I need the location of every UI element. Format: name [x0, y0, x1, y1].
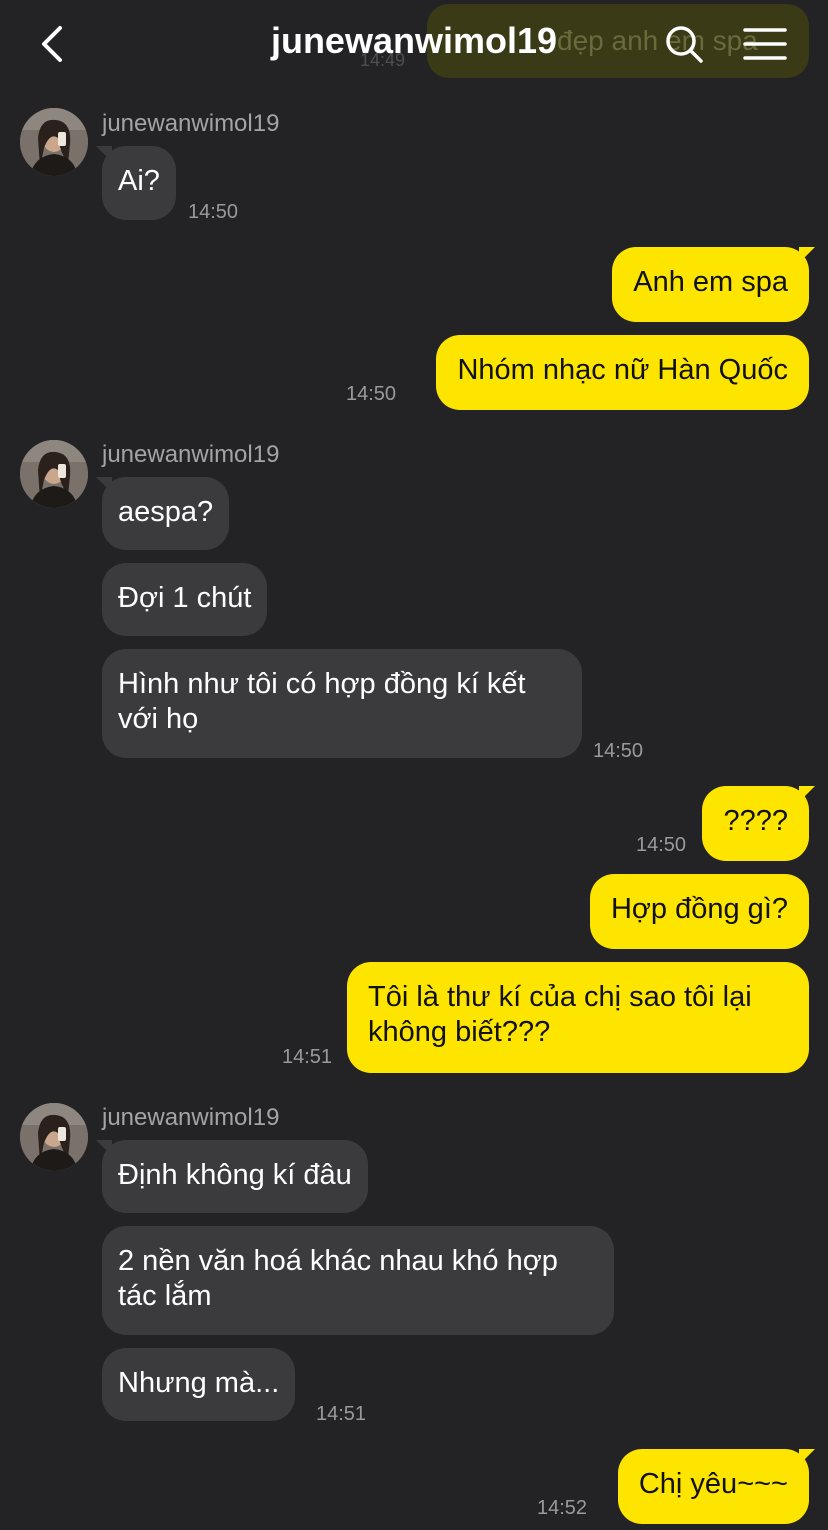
- message-line: Tôi là thư kí của chị sao tôi lại: [368, 981, 752, 1013]
- outgoing-message[interactable]: Hợp đồng gì?: [589, 874, 809, 949]
- menu-button[interactable]: [742, 24, 788, 64]
- avatar-image: [20, 1103, 88, 1171]
- message-line: 2 nền văn hoá khác nhau khó hợp: [118, 1245, 558, 1277]
- scrolled-message-time: 14:49: [360, 50, 406, 70]
- avatar-image: [20, 108, 88, 176]
- back-arrow-icon: [42, 26, 62, 62]
- outgoing-message[interactable]: Chị yêu~~~: [617, 1449, 809, 1524]
- incoming-message[interactable]: Ai?: [102, 146, 176, 220]
- menu-icon: [743, 28, 787, 60]
- message-time: 14:51: [282, 1046, 333, 1068]
- chat-header: đẹp anh em spa 14:49 junewanwimol19: [0, 0, 828, 86]
- outgoing-message[interactable]: ????: [702, 786, 809, 861]
- message-time: 14:52: [537, 1497, 588, 1519]
- message-time: 14:50: [346, 383, 397, 405]
- outgoing-message[interactable]: Tôi là thư kí của chị sao tôi lại không …: [347, 962, 809, 1073]
- message-time: 14:51: [316, 1403, 367, 1425]
- incoming-message[interactable]: 2 nền văn hoá khác nhau khó hợp tác lắm: [102, 1226, 614, 1335]
- message-line: Hình như tôi có hợp đồng kí kết: [118, 668, 526, 700]
- avatar-image: [20, 440, 88, 508]
- search-icon: [666, 26, 703, 63]
- sender-name: junewanwimol19: [102, 110, 280, 137]
- incoming-message[interactable]: Định không kí đâu: [102, 1140, 368, 1213]
- sender-name: junewanwimol19: [102, 1104, 280, 1131]
- contact-avatar[interactable]: [20, 108, 88, 176]
- contact-avatar[interactable]: [20, 1103, 88, 1171]
- message-line: tác lắm: [118, 1280, 212, 1312]
- outgoing-message[interactable]: Anh em spa: [612, 247, 809, 322]
- message-line: với họ: [118, 703, 199, 735]
- message-line: không biết???: [368, 1016, 551, 1048]
- message-time: 14:50: [593, 740, 644, 762]
- message-time: 14:50: [636, 834, 687, 856]
- outgoing-message[interactable]: Nhóm nhạc nữ Hàn Quốc: [436, 335, 809, 410]
- incoming-message[interactable]: Đợi 1 chút: [102, 563, 268, 636]
- sender-name: junewanwimol19: [102, 441, 280, 468]
- contact-avatar[interactable]: [20, 440, 88, 508]
- back-button[interactable]: [34, 22, 74, 66]
- incoming-message[interactable]: Hình như tôi có hợp đồng kí kết với họ: [102, 649, 582, 758]
- search-button[interactable]: [662, 22, 706, 66]
- incoming-message[interactable]: aespa?: [102, 477, 230, 550]
- incoming-message[interactable]: Nhưng mà...: [102, 1348, 296, 1421]
- message-time: 14:50: [188, 201, 239, 223]
